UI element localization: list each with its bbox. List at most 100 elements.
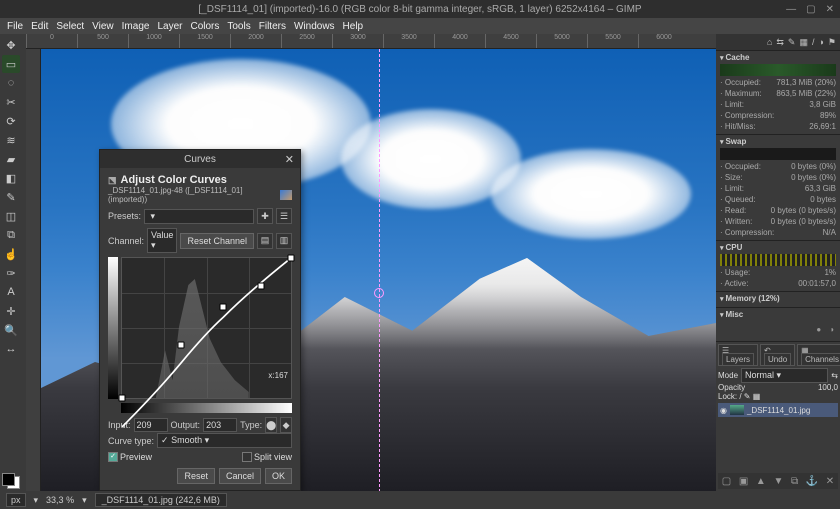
- record-icon[interactable]: ●: [816, 325, 821, 339]
- cpu-title[interactable]: CPU: [720, 243, 836, 252]
- split-view-checkbox[interactable]: Split view: [242, 452, 292, 462]
- memory-title[interactable]: Memory (12%): [720, 294, 836, 303]
- tool-eraser-icon[interactable]: ◫: [2, 207, 20, 225]
- cache-sparkline: [720, 64, 836, 76]
- sample-point-icon[interactable]: [374, 288, 384, 298]
- menu-help[interactable]: Help: [340, 21, 367, 32]
- channel-select[interactable]: Value ▾: [147, 228, 177, 253]
- menu-image[interactable]: Image: [119, 21, 153, 32]
- tool-path-icon[interactable]: ✑: [2, 264, 20, 282]
- tool-warp-icon[interactable]: ≋: [2, 131, 20, 149]
- dock-icon[interactable]: /: [812, 37, 815, 47]
- mode-nav-icon[interactable]: ⇆: [831, 371, 838, 380]
- dock-icon[interactable]: ⇆: [776, 37, 784, 48]
- close-icon[interactable]: ✕: [826, 4, 834, 15]
- window-titlebar: [_DSF1114_01] (imported)-16.0 (RGB color…: [0, 0, 840, 18]
- preset-menu-icon[interactable]: ☰: [276, 208, 292, 224]
- ok-button[interactable]: OK: [265, 468, 292, 484]
- layer-item[interactable]: ◉ _DSF1114_01.jpg: [718, 403, 838, 417]
- curve-editor[interactable]: x:167: [121, 257, 292, 399]
- tool-zoom-icon[interactable]: 🔍: [2, 321, 20, 339]
- misc-section: Misc: [716, 307, 840, 323]
- cpu-section: CPU Usage:1% Active:00:01:57,0: [716, 240, 840, 291]
- menu-file[interactable]: File: [4, 21, 26, 32]
- tool-smudge-icon[interactable]: ☝: [2, 245, 20, 263]
- tool-gradient-icon[interactable]: ◧: [2, 169, 20, 187]
- histogram-log-icon[interactable]: ▥: [276, 233, 292, 249]
- tab-channels[interactable]: ▦ Channels: [797, 344, 840, 366]
- opacity-value[interactable]: 100,0: [818, 383, 838, 392]
- menu-filters[interactable]: Filters: [256, 21, 289, 32]
- menu-edit[interactable]: Edit: [28, 21, 51, 32]
- delete-layer-icon[interactable]: ✕: [826, 476, 834, 487]
- ruler-horizontal: 0500100015002000250030003500400045005000…: [26, 34, 716, 49]
- new-layer-icon[interactable]: ▢: [722, 476, 731, 487]
- maximize-icon[interactable]: ▢: [806, 4, 815, 15]
- visibility-icon[interactable]: ◉: [720, 406, 727, 415]
- cache-section: Cache Occupied:781,3 MiB (20%) Maximum:8…: [716, 50, 840, 134]
- menu-colors[interactable]: Colors: [187, 21, 222, 32]
- cache-title[interactable]: Cache: [720, 53, 836, 62]
- dock-icon[interactable]: ▦: [799, 37, 808, 48]
- dialog-title: Curves: [184, 154, 216, 165]
- menu-select[interactable]: Select: [53, 21, 87, 32]
- color-swatches[interactable]: [2, 473, 20, 489]
- tool-move-icon[interactable]: ✥: [2, 36, 20, 54]
- dock-icon[interactable]: ◑: [818, 37, 823, 47]
- tool-text-icon[interactable]: A: [2, 283, 20, 301]
- layer-group-icon[interactable]: ▣: [739, 476, 748, 487]
- dialog-titlebar[interactable]: Curves ✕: [100, 150, 300, 168]
- opacity-label: Opacity: [718, 383, 745, 392]
- dialog-close-icon[interactable]: ✕: [285, 153, 294, 166]
- duplicate-layer-icon[interactable]: ⧉: [791, 476, 798, 487]
- dock-icon[interactable]: ⌂: [767, 37, 772, 47]
- raise-layer-icon[interactable]: ▲: [756, 476, 766, 487]
- dock-icon[interactable]: ✎: [788, 37, 796, 48]
- reset-button[interactable]: Reset: [177, 468, 215, 484]
- canvas-area: 0500100015002000250030003500400045005000…: [26, 34, 716, 491]
- menu-view[interactable]: View: [89, 21, 117, 32]
- tool-rect-select-icon[interactable]: ▭: [2, 55, 20, 73]
- curve-type-select[interactable]: ✓ Smooth ▾: [157, 433, 292, 448]
- channel-label: Channel:: [108, 236, 144, 246]
- presets-label: Presets:: [108, 211, 141, 221]
- tool-pencil-icon[interactable]: ✎: [2, 188, 20, 206]
- window-title: [_DSF1114_01] (imported)-16.0 (RGB color…: [198, 4, 641, 15]
- tool-measure-icon[interactable]: ↔: [2, 340, 20, 358]
- lock-label[interactable]: Lock: / ✎ ▦: [718, 392, 760, 401]
- misc-title[interactable]: Misc: [720, 310, 836, 319]
- curves-dialog: Curves ✕ Adjust Color Curves _DSF1114_01…: [99, 149, 301, 491]
- presets-select[interactable]: ▾: [144, 209, 254, 224]
- minimize-icon[interactable]: —: [786, 4, 796, 15]
- tool-free-select-icon[interactable]: ◌: [2, 74, 20, 92]
- tool-bucket-icon[interactable]: ▰: [2, 150, 20, 168]
- preview-checkbox[interactable]: Preview: [108, 452, 152, 462]
- tool-clone-icon[interactable]: ⧉: [2, 226, 20, 244]
- tool-color-picker-icon[interactable]: ✛: [2, 302, 20, 320]
- canvas[interactable]: Curves ✕ Adjust Color Curves _DSF1114_01…: [41, 49, 716, 491]
- dock-icon[interactable]: ⚑: [828, 37, 836, 48]
- mode-select[interactable]: Normal ▾: [741, 368, 828, 383]
- reset-channel-button[interactable]: Reset Channel: [180, 233, 254, 249]
- preset-add-icon[interactable]: ✚: [257, 208, 273, 224]
- anchor-layer-icon[interactable]: ⚓: [806, 476, 818, 487]
- tab-layers[interactable]: ☰ Layers: [718, 344, 758, 366]
- swap-sparkline: [720, 148, 836, 160]
- layers-panel: ☰ Layers ↶ Undo ▦ Channels Mode Normal ▾…: [716, 341, 840, 491]
- histogram-linear-icon[interactable]: ▤: [257, 233, 273, 249]
- zoom-value[interactable]: 33,3 %: [46, 495, 74, 505]
- fg-color-swatch[interactable]: [2, 473, 15, 486]
- unit-select[interactable]: px: [6, 493, 26, 507]
- pin-icon[interactable]: ◑: [829, 325, 834, 339]
- tool-crop-icon[interactable]: ✂: [2, 93, 20, 111]
- menu-layer[interactable]: Layer: [154, 21, 185, 32]
- toolbox: ✥ ▭ ◌ ✂ ⟳ ≋ ▰ ◧ ✎ ◫ ⧉ ☝ ✑ A ✛ 🔍 ↔: [0, 34, 26, 491]
- swap-title[interactable]: Swap: [720, 137, 836, 146]
- guide-vertical[interactable]: [379, 49, 380, 491]
- tab-undo[interactable]: ↶ Undo: [760, 344, 795, 366]
- tool-rotate-icon[interactable]: ⟳: [2, 112, 20, 130]
- menu-windows[interactable]: Windows: [291, 21, 338, 32]
- lower-layer-icon[interactable]: ▼: [773, 476, 783, 487]
- menu-tools[interactable]: Tools: [224, 21, 253, 32]
- cancel-button[interactable]: Cancel: [219, 468, 261, 484]
